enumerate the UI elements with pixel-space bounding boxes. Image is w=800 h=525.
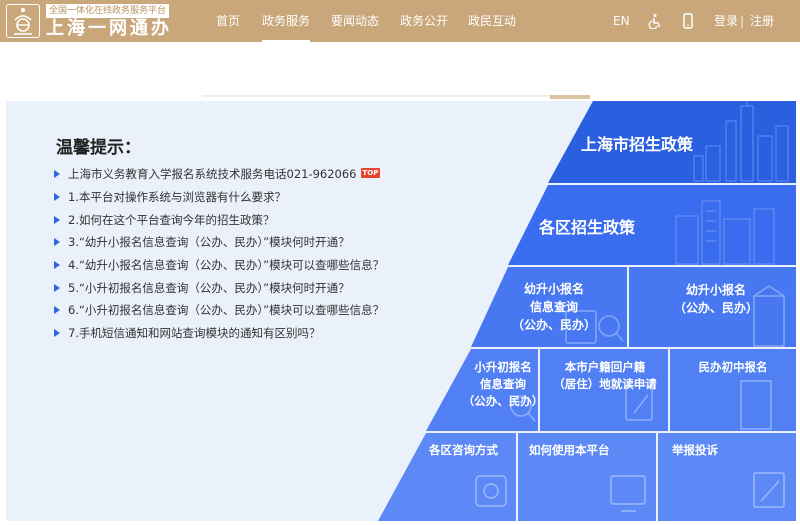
- nav-government-disclosure[interactable]: 政务公开: [400, 0, 448, 42]
- login-register-divider: |: [740, 14, 745, 28]
- login-link[interactable]: 登录: [714, 0, 738, 42]
- search-button-edge[interactable]: [550, 95, 590, 99]
- site-logo-icon[interactable]: [6, 4, 40, 38]
- site-name[interactable]: 上海一网通办: [46, 18, 172, 40]
- language-switch-en[interactable]: EN: [613, 0, 630, 42]
- tile-district-consult[interactable]: 各区咨询方式: [429, 442, 498, 458]
- tile-private-junior[interactable]: 民办初中报名: [692, 359, 774, 376]
- tile-hukou-application[interactable]: 本市户籍回户籍 （居住）地就读申请: [546, 359, 664, 393]
- platform-tagline: 全国一体化在线政务服务平台: [46, 4, 170, 18]
- tile-primary-registration[interactable]: 幼升小报名 （公办、民办）: [671, 281, 761, 317]
- tile-junior-info-query[interactable]: 小升初报名 信息查询 （公办、民办）: [458, 359, 548, 410]
- enrollment-panel: 温馨提示： 上海市义务教育入学报名系统技术服务电话021-962066 TOP 1…: [6, 101, 796, 521]
- accessibility-icon[interactable]: [647, 13, 663, 30]
- top-navigation-bar: 全国一体化在线政务服务平台 上海一网通办 首页 政务服务 要闻动态 政务公开 政…: [0, 0, 800, 42]
- tile-district-policy[interactable]: 各区招生政策: [539, 214, 635, 238]
- search-bar-edge: [202, 95, 590, 97]
- register-link[interactable]: 注册: [750, 0, 774, 42]
- tile-how-to-use[interactable]: 如何使用本平台: [529, 442, 610, 458]
- tile-report[interactable]: 举报投诉: [672, 442, 718, 458]
- nav-public-interaction[interactable]: 政民互动: [468, 0, 516, 42]
- tile-city-policy[interactable]: 上海市招生政策: [581, 131, 693, 155]
- mobile-phone-icon[interactable]: [680, 13, 696, 29]
- nav-news[interactable]: 要闻动态: [331, 0, 379, 42]
- tile-primary-info-query[interactable]: 幼升小报名 信息查询 （公办、民办）: [509, 280, 599, 334]
- nav-government-services[interactable]: 政务服务: [262, 0, 311, 42]
- nav-home[interactable]: 首页: [216, 0, 240, 42]
